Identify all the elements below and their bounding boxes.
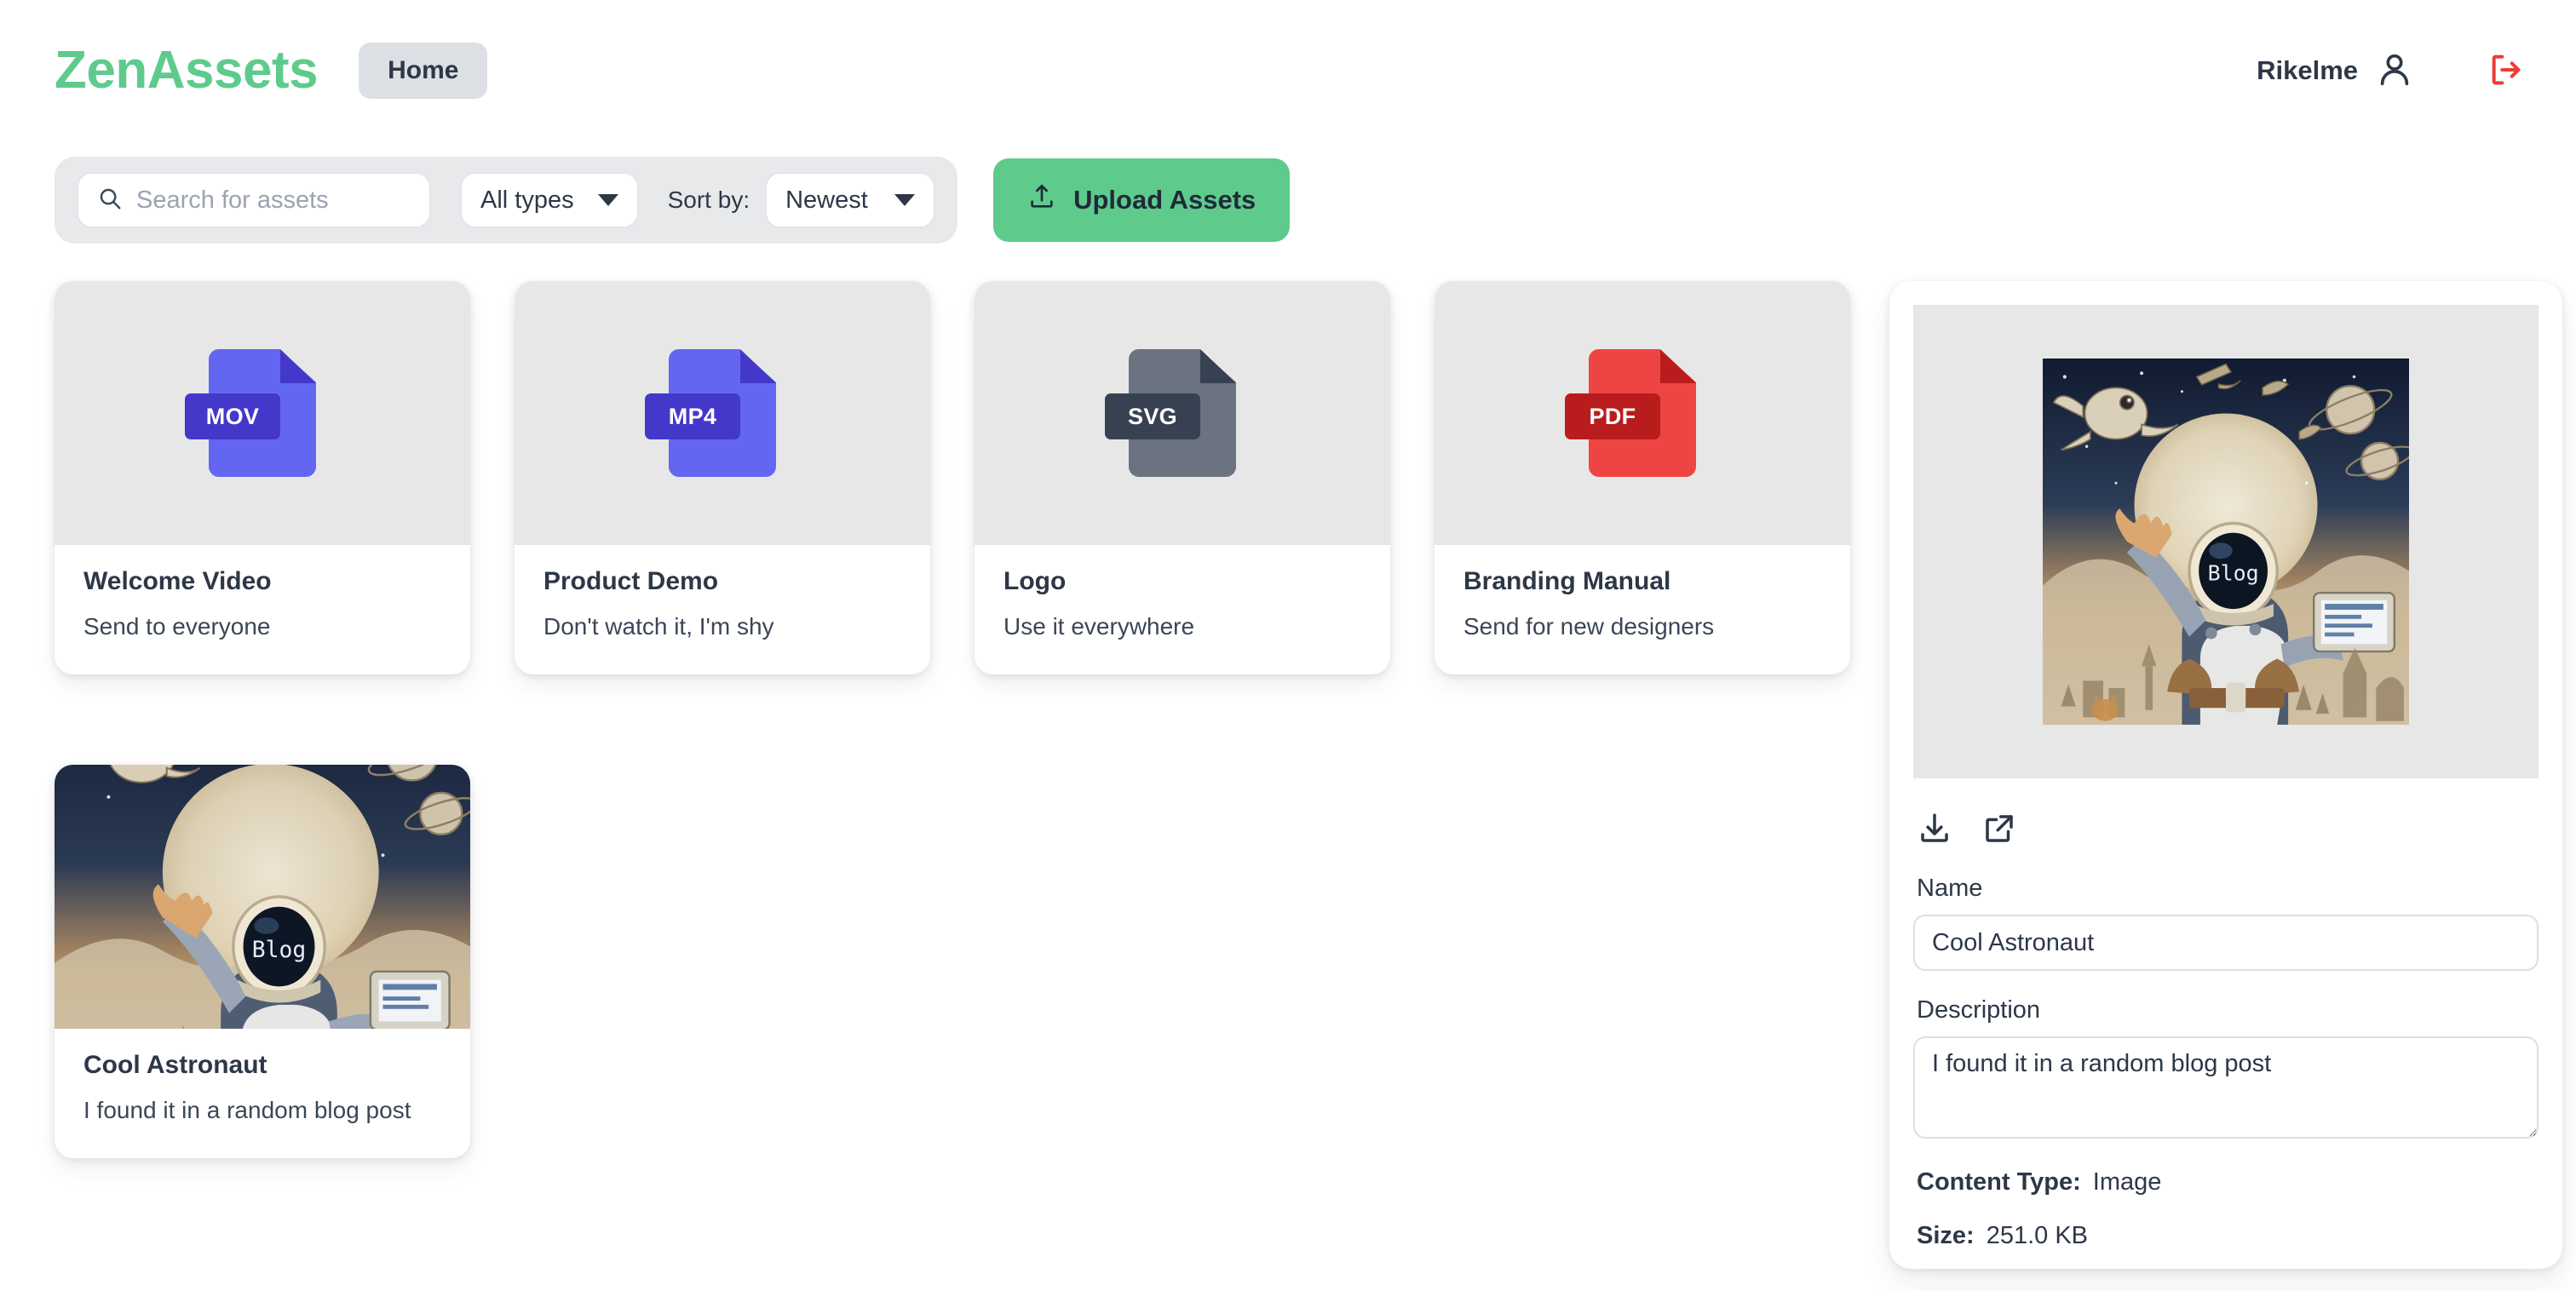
content-type-value: Image [2092, 1168, 2162, 1196]
asset-thumbnail: PDF [1435, 281, 1850, 545]
type-filter-select[interactable]: All types [460, 172, 639, 228]
open-external-button[interactable] [1981, 811, 2017, 849]
download-icon [1917, 811, 1952, 849]
search-box[interactable] [77, 172, 431, 228]
nav-item-home[interactable]: Home [359, 43, 488, 99]
astronaut-preview-image: Blog [2043, 359, 2409, 725]
file-extension-badge: SVG [1105, 393, 1200, 439]
header-right-cluster: Rikelme [2257, 49, 2527, 93]
svg-text:Blog: Blog [252, 938, 306, 963]
content-type-label: Content Type: [1917, 1168, 2081, 1196]
sort-by-label: Sort by: [667, 186, 750, 213]
sort-by-select[interactable]: Newest [765, 172, 936, 228]
download-button[interactable] [1917, 811, 1952, 849]
asset-title: Logo [1003, 567, 1067, 595]
name-field-label: Name [1917, 875, 1983, 902]
asset-title: Welcome Video [83, 567, 272, 595]
logout-button[interactable] [2487, 50, 2527, 92]
content-type-row: Content Type: Image [1917, 1168, 2539, 1196]
asset-card[interactable]: MP4 Product Demo Don't watch it, I'm shy [515, 281, 930, 674]
file-extension-badge: MOV [185, 393, 280, 439]
asset-card-body: Branding Manual Send for new designers [1435, 545, 1850, 674]
asset-description: Send to everyone [83, 613, 271, 640]
asset-thumbnail: Blog [55, 765, 470, 1029]
user-avatar-icon [2375, 49, 2414, 93]
asset-thumbnail: SVG [975, 281, 1390, 545]
search-input[interactable] [136, 186, 411, 215]
file-extension-badge: PDF [1565, 393, 1660, 439]
asset-grid: MOV Welcome Video Send to everyone MP4 P… [55, 281, 1852, 1158]
asset-description: I found it in a random blog post [83, 1097, 411, 1123]
user-menu[interactable]: Rikelme [2257, 49, 2414, 93]
detail-actions [1917, 811, 2539, 849]
asset-title: Branding Manual [1463, 567, 1671, 595]
size-value: 251.0 KB [1986, 1222, 2089, 1249]
asset-card-body: Welcome Video Send to everyone [55, 545, 470, 674]
upload-assets-button[interactable]: Upload Assets [993, 158, 1291, 242]
size-label: Size: [1917, 1222, 1975, 1249]
name-input[interactable] [1913, 915, 2539, 971]
description-textarea[interactable] [1913, 1036, 2539, 1139]
asset-preview: Blog [1913, 305, 2539, 778]
app-header: ZenAssets Home Rikelme [0, 0, 2576, 141]
svg-text:Blog: Blog [2208, 561, 2259, 586]
asset-card-body: Cool Astronaut I found it in a random bl… [55, 1029, 470, 1158]
asset-card[interactable]: SVG Logo Use it everywhere [975, 281, 1390, 674]
file-extension-badge: MP4 [645, 393, 740, 439]
asset-detail-panel: Blog Name Cool Astronaut Description I f… [1889, 281, 2562, 1269]
upload-icon [1027, 182, 1056, 218]
asset-description: Use it everywhere [1003, 613, 1195, 640]
file-type-icon: MOV [185, 349, 316, 477]
upload-assets-label: Upload Assets [1073, 185, 1256, 215]
asset-thumbnail: MP4 [515, 281, 930, 545]
sort-cluster: Sort by: Newest [667, 172, 936, 228]
file-type-icon: PDF [1565, 349, 1696, 477]
asset-description: Don't watch it, I'm shy [543, 613, 774, 640]
description-field-label: Description [1917, 996, 2041, 1024]
assets-toolbar: All types Sort by: Newest Upload Assets [0, 149, 2576, 251]
logout-icon [2487, 50, 2527, 92]
filter-group: All types Sort by: Newest [55, 157, 958, 244]
asset-description: Send for new designers [1463, 613, 1715, 640]
asset-card-body: Logo Use it everywhere [975, 545, 1390, 674]
external-link-icon [1981, 811, 2017, 849]
type-filter-value: All types [480, 186, 574, 214]
search-icon [97, 186, 123, 215]
user-name-label: Rikelme [2257, 55, 2358, 85]
asset-card[interactable]: MOV Welcome Video Send to everyone [55, 281, 470, 674]
asset-card[interactable]: PDF Branding Manual Send for new designe… [1435, 281, 1850, 674]
chevron-down-icon [894, 194, 916, 206]
astronaut-thumbnail-image: Blog [55, 765, 470, 1029]
asset-title: Product Demo [543, 567, 719, 595]
asset-thumbnail: MOV [55, 281, 470, 545]
sort-by-value: Newest [785, 186, 868, 214]
file-type-icon: SVG [1105, 349, 1236, 477]
asset-title: Cool Astronaut [83, 1051, 267, 1079]
chevron-down-icon [597, 194, 618, 206]
file-type-icon: MP4 [645, 349, 776, 477]
asset-card-body: Product Demo Don't watch it, I'm shy [515, 545, 930, 674]
size-row: Size: 251.0 KB [1917, 1222, 2539, 1250]
app-logo: ZenAssets [55, 41, 319, 100]
asset-card[interactable]: Blog Cool Astronaut I found it in a rand… [55, 765, 470, 1158]
